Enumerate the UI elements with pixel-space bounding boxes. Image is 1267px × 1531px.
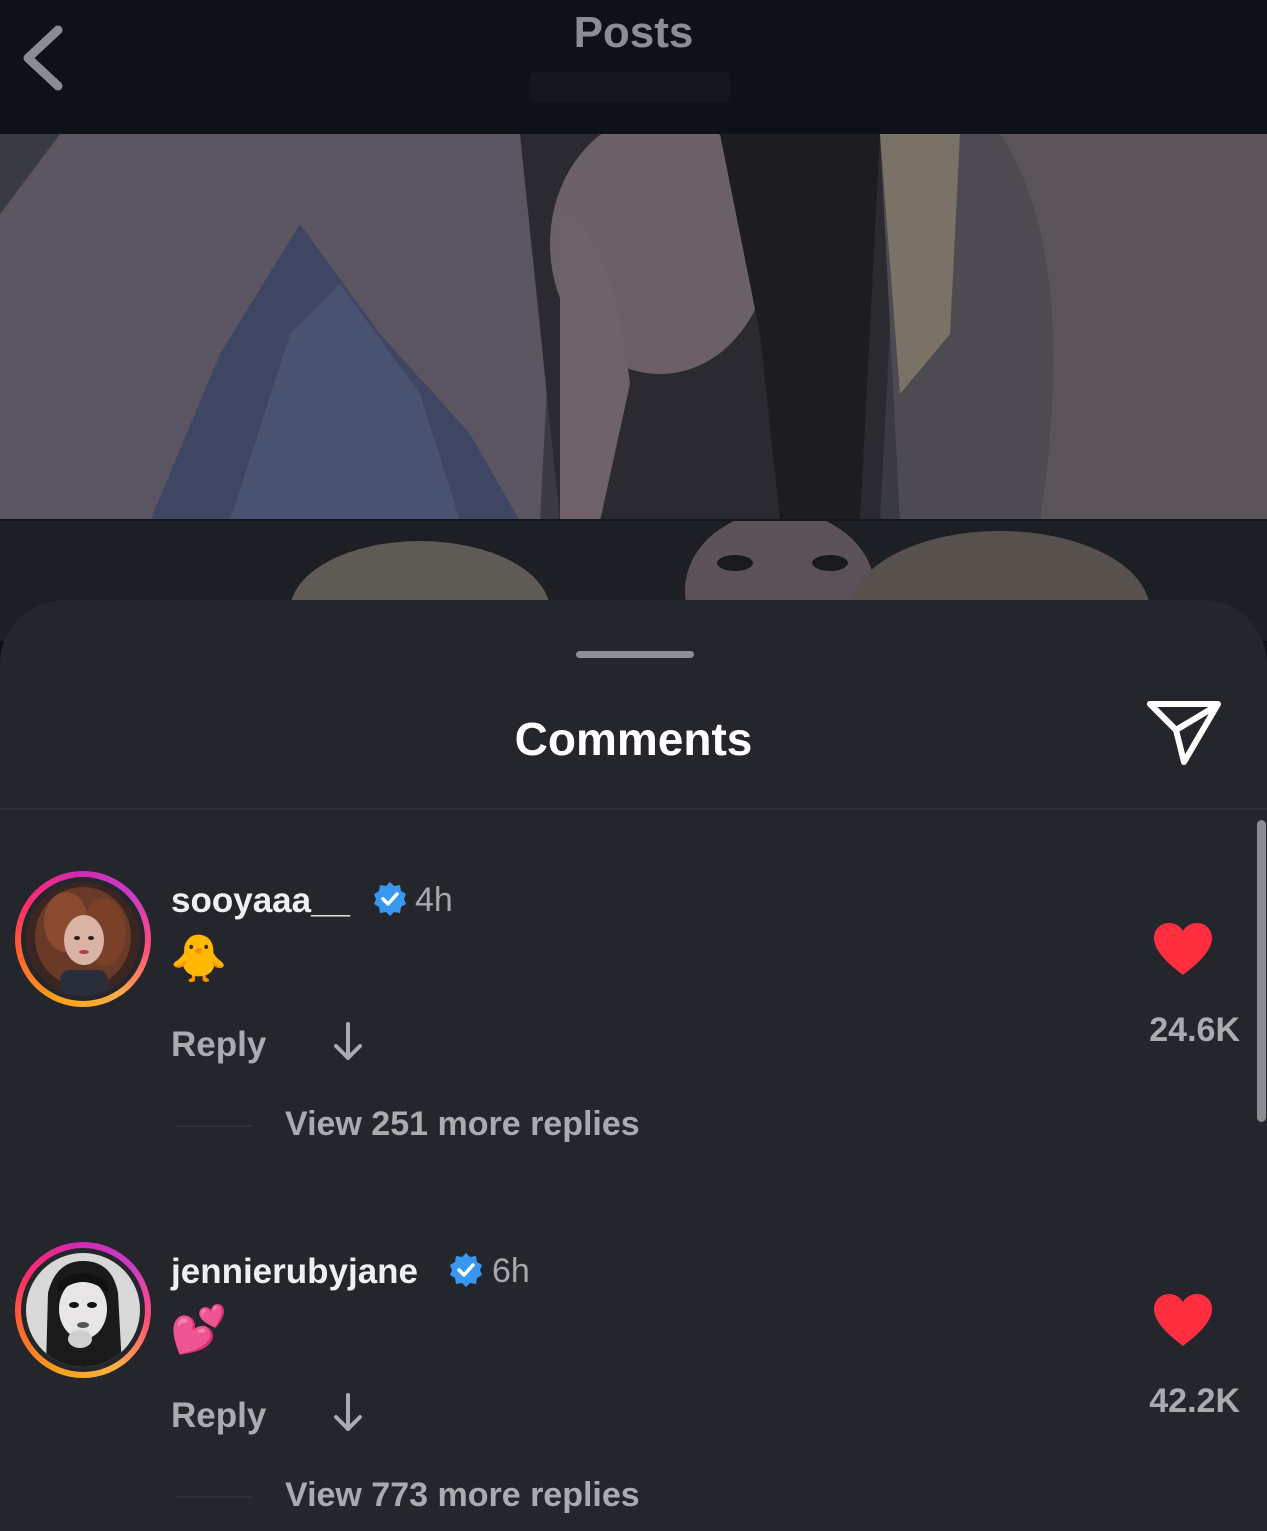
post-photo [0, 134, 1267, 521]
top-header: Posts [0, 0, 1267, 134]
like-count: 42.2K [1149, 1382, 1240, 1420]
replies-connector [176, 1125, 252, 1127]
comments-title: Comments [514, 713, 753, 765]
verified-badge-icon [374, 882, 406, 916]
comment-username[interactable]: sooyaa​a__ [171, 881, 350, 921]
arrow-down-icon[interactable] [330, 1020, 366, 1064]
view-replies-button[interactable]: View 773 more replies [285, 1476, 640, 1515]
heart-filled-icon[interactable] [1152, 1292, 1214, 1348]
sheet-divider [0, 808, 1267, 810]
comment-username[interactable]: jennierubyjane [171, 1252, 418, 1292]
paper-plane-icon [1147, 701, 1221, 765]
arrow-down-icon[interactable] [330, 1391, 366, 1435]
avatar-image [26, 1253, 140, 1367]
comment-text: 💕 [170, 1302, 228, 1356]
comment-item: jennierubyjane 6h 💕 Reply 42.2K View 773… [0, 1236, 1267, 1531]
avatar[interactable] [15, 871, 151, 1007]
comment-item: sooyaa​a__ 4h 🐥 Reply 24.6K View 251 mor… [0, 865, 1267, 1165]
comment-timestamp: 6h [492, 1252, 530, 1290]
page-title: Posts [573, 8, 694, 57]
heart-filled-icon[interactable] [1152, 921, 1214, 977]
share-button[interactable] [1142, 696, 1226, 772]
comments-sheet: Comments [0, 600, 1267, 1531]
replies-connector [176, 1496, 252, 1498]
avatar-image [26, 882, 140, 996]
sheet-drag-handle[interactable] [576, 651, 694, 658]
avatar[interactable] [15, 1242, 151, 1378]
like-count: 24.6K [1149, 1011, 1240, 1049]
header-subtitle-obscured [530, 72, 730, 102]
verified-badge-icon [450, 1253, 482, 1287]
post-photo-illustration [0, 134, 1267, 521]
comment-timestamp: 4h [415, 881, 453, 919]
comment-text: 🐥 [170, 931, 228, 985]
reply-button[interactable]: Reply [171, 1025, 266, 1065]
reply-button[interactable]: Reply [171, 1396, 266, 1436]
view-replies-button[interactable]: View 251 more replies [285, 1105, 640, 1144]
